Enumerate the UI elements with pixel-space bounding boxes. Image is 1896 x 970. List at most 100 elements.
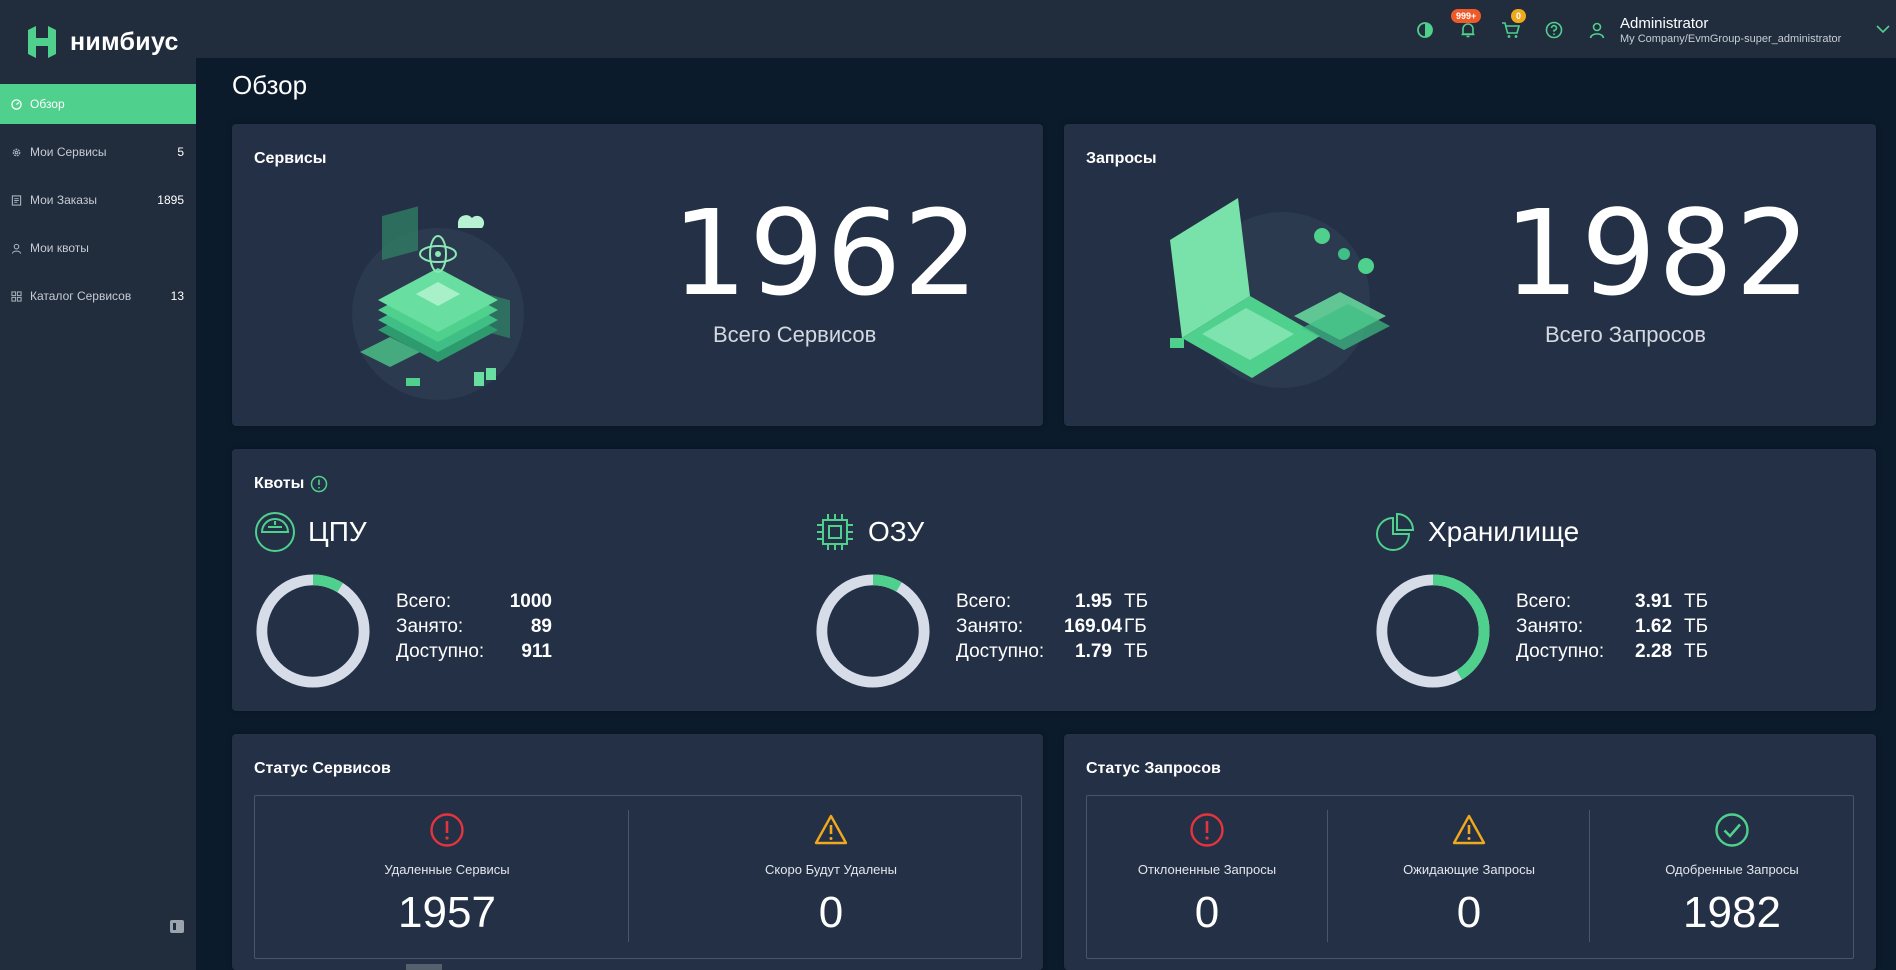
- status-value: 0: [818, 888, 844, 937]
- check-circle-icon: [1715, 813, 1749, 847]
- warning-icon: [814, 814, 848, 845]
- total-unit: ТБ: [1124, 590, 1149, 612]
- used-value: 1.62: [1635, 615, 1672, 637]
- status-value: 1957: [398, 888, 496, 937]
- sidebar-item-count: 1895: [157, 193, 184, 207]
- status-label: Удаленные Сервисы: [384, 862, 510, 877]
- grid-icon: [11, 290, 22, 302]
- sidebar-nav: Обзор Мои Сервисы 5 Мои Заказы 1895 Мои …: [0, 84, 196, 316]
- sidebar-item-label: Обзор: [30, 97, 65, 111]
- quota-storage-header: Хранилище: [1374, 511, 1579, 553]
- brand-logo[interactable]: нимбиус: [0, 0, 196, 84]
- services-total-value: 1962: [672, 184, 981, 322]
- sidebar: нимбиус Обзор Мои Сервисы 5 Мои Заказы 1…: [0, 0, 196, 970]
- sidebar-item-label: Каталог Сервисов: [30, 289, 132, 303]
- status-label: Скоро Будут Удалены: [765, 862, 897, 877]
- brand-name: нимбиус: [70, 27, 179, 56]
- sidebar-item-my-quotas[interactable]: Мои квоты: [0, 228, 196, 268]
- sidebar-item-overview[interactable]: Обзор: [0, 84, 196, 124]
- divider: [1589, 810, 1590, 942]
- sidebar-item-label: Мои квоты: [30, 241, 89, 255]
- status-value: 0: [1456, 888, 1482, 937]
- soon-deleted-stat[interactable]: Скоро Будут Удалены 0: [639, 796, 1023, 958]
- free-label: Доступно:: [956, 640, 1045, 662]
- status-label: Отклоненные Запросы: [1137, 862, 1277, 877]
- requests-card: Запросы 1982 Всего Запросов: [1064, 124, 1876, 426]
- total-value: 3.91: [1635, 590, 1672, 612]
- card-title: Сервисы: [254, 150, 327, 167]
- used-value: 89: [530, 615, 552, 637]
- sidebar-item-my-orders[interactable]: Мои Заказы 1895: [0, 180, 196, 220]
- service-status-card: Статус Сервисов Удаленные Сервисы 1957 С…: [232, 734, 1043, 970]
- help-icon[interactable]: [1544, 20, 1564, 40]
- logo-mark-icon: [28, 26, 56, 58]
- sidebar-item-service-catalog[interactable]: Каталог Сервисов 13: [0, 276, 196, 316]
- pending-requests-stat[interactable]: Ожидающие Запросы 0: [1349, 796, 1589, 958]
- warning-icon: [1452, 814, 1486, 845]
- cpu-quota-stats: Всего: 1000 Занято: 89 Доступно: 911: [396, 589, 564, 664]
- request-status-box: Отклоненные Запросы 0 Ожидающие Запросы …: [1086, 795, 1854, 959]
- sidebar-item-label: Мои Заказы: [30, 193, 97, 207]
- total-unit: ТБ: [1684, 590, 1709, 612]
- user-icon: [11, 243, 22, 254]
- free-value: 2.28: [1635, 640, 1672, 662]
- requests-total-value: 1982: [1504, 184, 1813, 322]
- horizontal-scrollbar-thumb[interactable]: [406, 964, 442, 970]
- gear-icon: [11, 147, 22, 158]
- status-value: 1982: [1683, 888, 1781, 937]
- cpu-icon: [255, 512, 295, 552]
- status-label: Одобренные Запросы: [1665, 862, 1799, 877]
- approved-requests-stat[interactable]: Одобренные Запросы 1982: [1612, 796, 1852, 958]
- donut-track: [256, 574, 370, 688]
- storage-quota-stats: Всего: 3.91 ТБ Занято: 1.62 ТБ Доступно: 2.28…: [1516, 589, 1708, 664]
- laptop-illustration: [1170, 198, 1390, 388]
- notifications-badge: 999+: [1451, 9, 1482, 23]
- user-name[interactable]: Administrator: [1620, 15, 1708, 32]
- card-title: Статус Сервисов: [254, 760, 391, 777]
- status-value: 0: [1194, 888, 1220, 937]
- sidebar-item-count: 5: [177, 145, 184, 159]
- quotas-card: Квоты ЦПУ Всего: 1000 Занято: 89 Доступно:…: [232, 449, 1876, 711]
- error-icon: [430, 813, 464, 847]
- dashboard-icon: [11, 98, 22, 110]
- notifications-bell-icon[interactable]: 999+: [1451, 9, 1482, 40]
- user-avatar-icon[interactable]: [1587, 20, 1607, 40]
- ram-usage-donut: [816, 574, 930, 688]
- free-label: Доступно:: [396, 640, 485, 662]
- rejected-requests-stat[interactable]: Отклоненные Запросы 0: [1087, 796, 1327, 958]
- quota-cpu-header: ЦПУ: [254, 511, 367, 553]
- quota-ram-header: ОЗУ: [814, 511, 924, 553]
- requests-total-caption: Всего Запросов: [1545, 322, 1706, 347]
- server-stack-illustration: [352, 206, 524, 400]
- divider: [628, 810, 629, 942]
- deleted-services-stat[interactable]: Удаленные Сервисы 1957: [255, 796, 639, 958]
- storage-usage-donut: [1376, 574, 1490, 688]
- sidebar-item-my-services[interactable]: Мои Сервисы 5: [0, 132, 196, 172]
- free-label: Доступно:: [1516, 640, 1605, 662]
- total-value: 1.95: [1075, 590, 1112, 612]
- card-title: Статус Запросов: [1086, 760, 1221, 777]
- theme-toggle-icon[interactable]: [1415, 20, 1435, 40]
- used-unit: ТБ: [1684, 615, 1709, 637]
- quotas-title-row: Квоты: [254, 475, 328, 493]
- status-label: Ожидающие Запросы: [1403, 862, 1535, 877]
- free-value: 911: [521, 640, 552, 662]
- divider: [1327, 810, 1328, 942]
- ram-quota-stats: Всего: 1.95 ТБ Занято: 169.04 ГБ Доступно: 1.…: [956, 589, 1148, 664]
- used-label: Занято:: [956, 615, 1024, 637]
- sidebar-collapse-button[interactable]: [170, 920, 184, 933]
- cpu-usage-donut: [256, 574, 370, 688]
- free-value: 1.79: [1075, 640, 1112, 662]
- chevron-down-icon[interactable]: [1876, 22, 1890, 36]
- quota-title: ЦПУ: [308, 516, 367, 547]
- user-organization: My Company/EvmGroup-super_administrator: [1620, 33, 1842, 45]
- service-status-box: Удаленные Сервисы 1957 Скоро Будут Удале…: [254, 795, 1022, 959]
- cart-icon[interactable]: 0: [1501, 9, 1527, 40]
- services-card: Сервисы 1962 Всего Сервисов: [232, 124, 1043, 426]
- cart-badge: 0: [1511, 9, 1527, 23]
- error-icon: [1190, 813, 1224, 847]
- free-unit: ТБ: [1684, 640, 1709, 662]
- info-icon[interactable]: [310, 475, 328, 493]
- quota-title: Хранилище: [1428, 516, 1580, 547]
- sidebar-item-count: 13: [170, 289, 184, 303]
